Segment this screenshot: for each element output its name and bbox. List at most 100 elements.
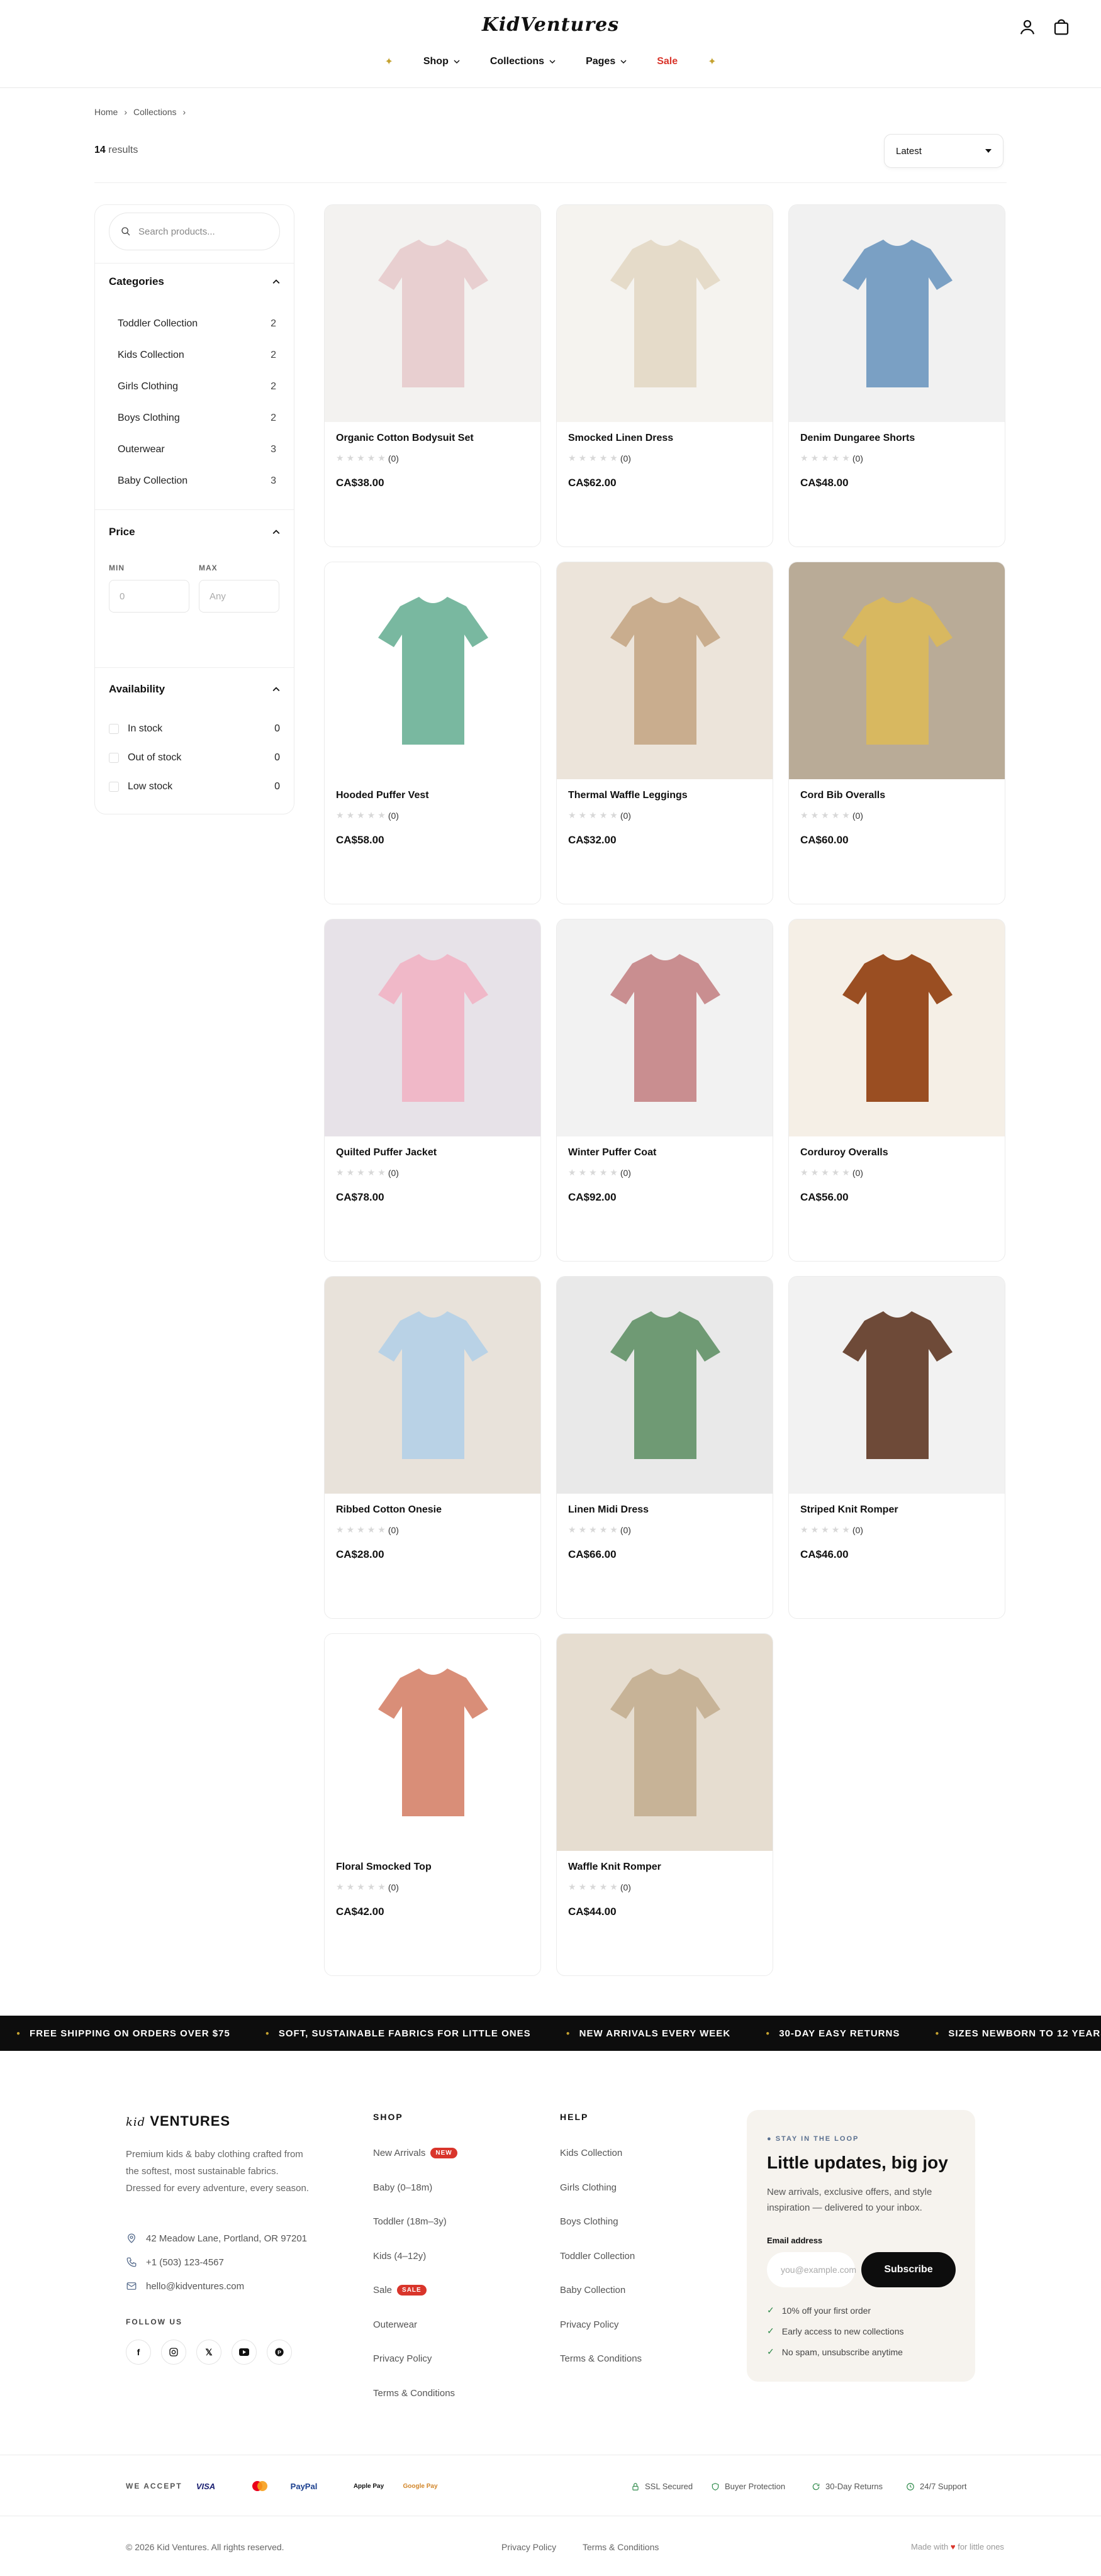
category-item[interactable]: Baby Collection 3	[118, 475, 276, 487]
product-name[interactable]: Waffle Knit Romper	[568, 1862, 661, 1873]
footer-shop-link[interactable]: Privacy Policy	[373, 2353, 432, 2364]
category-item[interactable]: Boys Clothing 2	[118, 413, 276, 424]
checkbox[interactable]	[109, 782, 119, 792]
product-name[interactable]: Floral Smocked Top	[336, 1862, 432, 1873]
product-name[interactable]: Quilted Puffer Jacket	[336, 1147, 437, 1158]
product-image[interactable]	[789, 562, 1005, 779]
product-name[interactable]: Winter Puffer Coat	[568, 1147, 656, 1158]
product-name[interactable]: Organic Cotton Bodysuit Set	[336, 433, 474, 444]
nav-pages[interactable]: Pages	[586, 56, 627, 67]
checkbox[interactable]	[109, 753, 119, 763]
product-card[interactable]: Smocked Linen Dress ★ ★ ★ ★ ★ (0) CA$62.00	[556, 204, 773, 547]
footer-help-link[interactable]: Kids Collection	[560, 2148, 622, 2158]
footer-help-link[interactable]: Privacy Policy	[560, 2319, 618, 2330]
product-image[interactable]	[789, 1277, 1005, 1494]
footer-shop-link[interactable]: Outerwear	[373, 2319, 417, 2330]
cart-icon[interactable]	[1052, 18, 1071, 36]
footer-help-link[interactable]: Baby Collection	[560, 2285, 625, 2296]
youtube-icon[interactable]	[232, 2340, 257, 2365]
checkbox[interactable]	[109, 724, 119, 734]
product-card[interactable]: Corduroy Overalls ★ ★ ★ ★ ★ (0) CA$56.00	[788, 919, 1005, 1262]
category-item[interactable]: Kids Collection 2	[118, 350, 276, 361]
price-max-input[interactable]: Any	[199, 580, 279, 613]
product-name[interactable]: Thermal Waffle Leggings	[568, 790, 688, 801]
product-name[interactable]: Hooded Puffer Vest	[336, 790, 429, 801]
breadcrumb-home[interactable]: Home	[94, 107, 118, 117]
product-card[interactable]: Hooded Puffer Vest ★ ★ ★ ★ ★ (0) CA$58.00	[324, 562, 541, 904]
price-min-input[interactable]: 0	[109, 580, 189, 613]
bottom-link-terms[interactable]: Terms & Conditions	[583, 2542, 659, 2552]
category-item[interactable]: Girls Clothing 2	[118, 381, 276, 392]
nav-collections[interactable]: Collections	[490, 56, 556, 67]
product-image[interactable]	[325, 562, 541, 779]
product-name[interactable]: Cord Bib Overalls	[800, 790, 885, 801]
site-logo[interactable]: KidVentures	[0, 14, 1101, 36]
product-card[interactable]: Linen Midi Dress ★ ★ ★ ★ ★ (0) CA$66.00	[556, 1276, 773, 1619]
category-item[interactable]: Outerwear 3	[118, 444, 276, 455]
chevron-up-icon[interactable]	[272, 528, 280, 536]
product-card[interactable]: Ribbed Cotton Onesie ★ ★ ★ ★ ★ (0) CA$28.00	[324, 1276, 541, 1619]
footer-shop-link[interactable]: Toddler (18m–3y)	[373, 2216, 447, 2227]
footer-shop-link[interactable]: Kids (4–12y)	[373, 2251, 426, 2262]
product-image[interactable]	[557, 919, 773, 1136]
account-icon[interactable]	[1018, 18, 1037, 36]
footer-phone[interactable]: +1 (503) 123-4567	[126, 2257, 224, 2268]
x-icon[interactable]: 𝕏	[196, 2340, 221, 2365]
footer-shop-link[interactable]: Baby (0–18m)	[373, 2182, 432, 2193]
footer-help-link[interactable]: Boys Clothing	[560, 2216, 618, 2227]
product-image[interactable]	[325, 1634, 541, 1851]
footer-shop-link[interactable]: Sale SALE	[373, 2285, 427, 2296]
product-card[interactable]: Striped Knit Romper ★ ★ ★ ★ ★ (0) CA$46.00	[788, 1276, 1005, 1619]
footer-logo[interactable]: kid VENTURES	[126, 2113, 230, 2129]
availability-low-stock[interactable]: Low stock 0	[109, 781, 280, 792]
availability-in-stock[interactable]: In stock 0	[109, 723, 280, 735]
availability-out-of-stock[interactable]: Out of stock 0	[109, 752, 280, 763]
product-card[interactable]: Thermal Waffle Leggings ★ ★ ★ ★ ★ (0) CA$32.00	[556, 562, 773, 904]
footer-shop-link[interactable]: New Arrivals NEW	[373, 2148, 457, 2158]
product-name[interactable]: Corduroy Overalls	[800, 1147, 888, 1158]
product-card[interactable]: Denim Dungaree Shorts ★ ★ ★ ★ ★ (0) CA$48.00	[788, 204, 1005, 547]
product-card[interactable]: Quilted Puffer Jacket ★ ★ ★ ★ ★ (0) CA$78.00	[324, 919, 541, 1262]
footer-shop-link[interactable]: Terms & Conditions	[373, 2388, 455, 2399]
availability-title[interactable]: Availability	[109, 683, 165, 696]
product-image[interactable]	[789, 919, 1005, 1136]
product-image[interactable]	[557, 1634, 773, 1851]
footer-email[interactable]: hello@kidventures.com	[126, 2280, 244, 2292]
chevron-up-icon[interactable]	[272, 686, 280, 693]
footer-help-link[interactable]: Toddler Collection	[560, 2251, 635, 2262]
pinterest-icon[interactable]: P	[267, 2340, 292, 2365]
bottom-link-privacy[interactable]: Privacy Policy	[501, 2542, 556, 2552]
breadcrumb-collections[interactable]: Collections	[133, 107, 176, 117]
price-title[interactable]: Price	[109, 526, 135, 538]
newsletter-email-input[interactable]: you@example.com	[767, 2252, 856, 2287]
product-card[interactable]: Organic Cotton Bodysuit Set ★ ★ ★ ★ ★ (0) CA$38…	[324, 204, 541, 547]
product-name[interactable]: Denim Dungaree Shorts	[800, 433, 915, 444]
product-image[interactable]	[557, 205, 773, 422]
product-image[interactable]	[557, 562, 773, 779]
footer-help-link[interactable]: Terms & Conditions	[560, 2353, 642, 2364]
product-card[interactable]: Cord Bib Overalls ★ ★ ★ ★ ★ (0) CA$60.00	[788, 562, 1005, 904]
nav-sale[interactable]: Sale	[657, 56, 678, 67]
instagram-icon[interactable]	[161, 2340, 186, 2365]
product-card[interactable]: Waffle Knit Romper ★ ★ ★ ★ ★ (0) CA$44.00	[556, 1633, 773, 1976]
category-item[interactable]: Toddler Collection 2	[118, 318, 276, 330]
product-image[interactable]	[557, 1277, 773, 1494]
chevron-up-icon[interactable]	[272, 278, 280, 286]
product-image[interactable]	[325, 1277, 541, 1494]
facebook-icon[interactable]: f	[126, 2340, 151, 2365]
product-image[interactable]	[325, 919, 541, 1136]
product-image[interactable]	[325, 205, 541, 422]
nav-shop[interactable]: Shop	[423, 56, 460, 67]
categories-title[interactable]: Categories	[109, 275, 164, 288]
product-search-input[interactable]: Search products...	[109, 213, 280, 250]
product-name[interactable]: Linen Midi Dress	[568, 1504, 649, 1516]
product-name[interactable]: Ribbed Cotton Onesie	[336, 1504, 442, 1516]
product-card[interactable]: Floral Smocked Top ★ ★ ★ ★ ★ (0) CA$42.00	[324, 1633, 541, 1976]
product-card[interactable]: Winter Puffer Coat ★ ★ ★ ★ ★ (0) CA$92.00	[556, 919, 773, 1262]
product-name[interactable]: Striped Knit Romper	[800, 1504, 898, 1516]
subscribe-button[interactable]: Subscribe	[861, 2252, 956, 2287]
product-image[interactable]	[789, 205, 1005, 422]
sort-select[interactable]: Latest	[884, 134, 1003, 168]
product-name[interactable]: Smocked Linen Dress	[568, 433, 673, 444]
footer-help-link[interactable]: Girls Clothing	[560, 2182, 617, 2193]
